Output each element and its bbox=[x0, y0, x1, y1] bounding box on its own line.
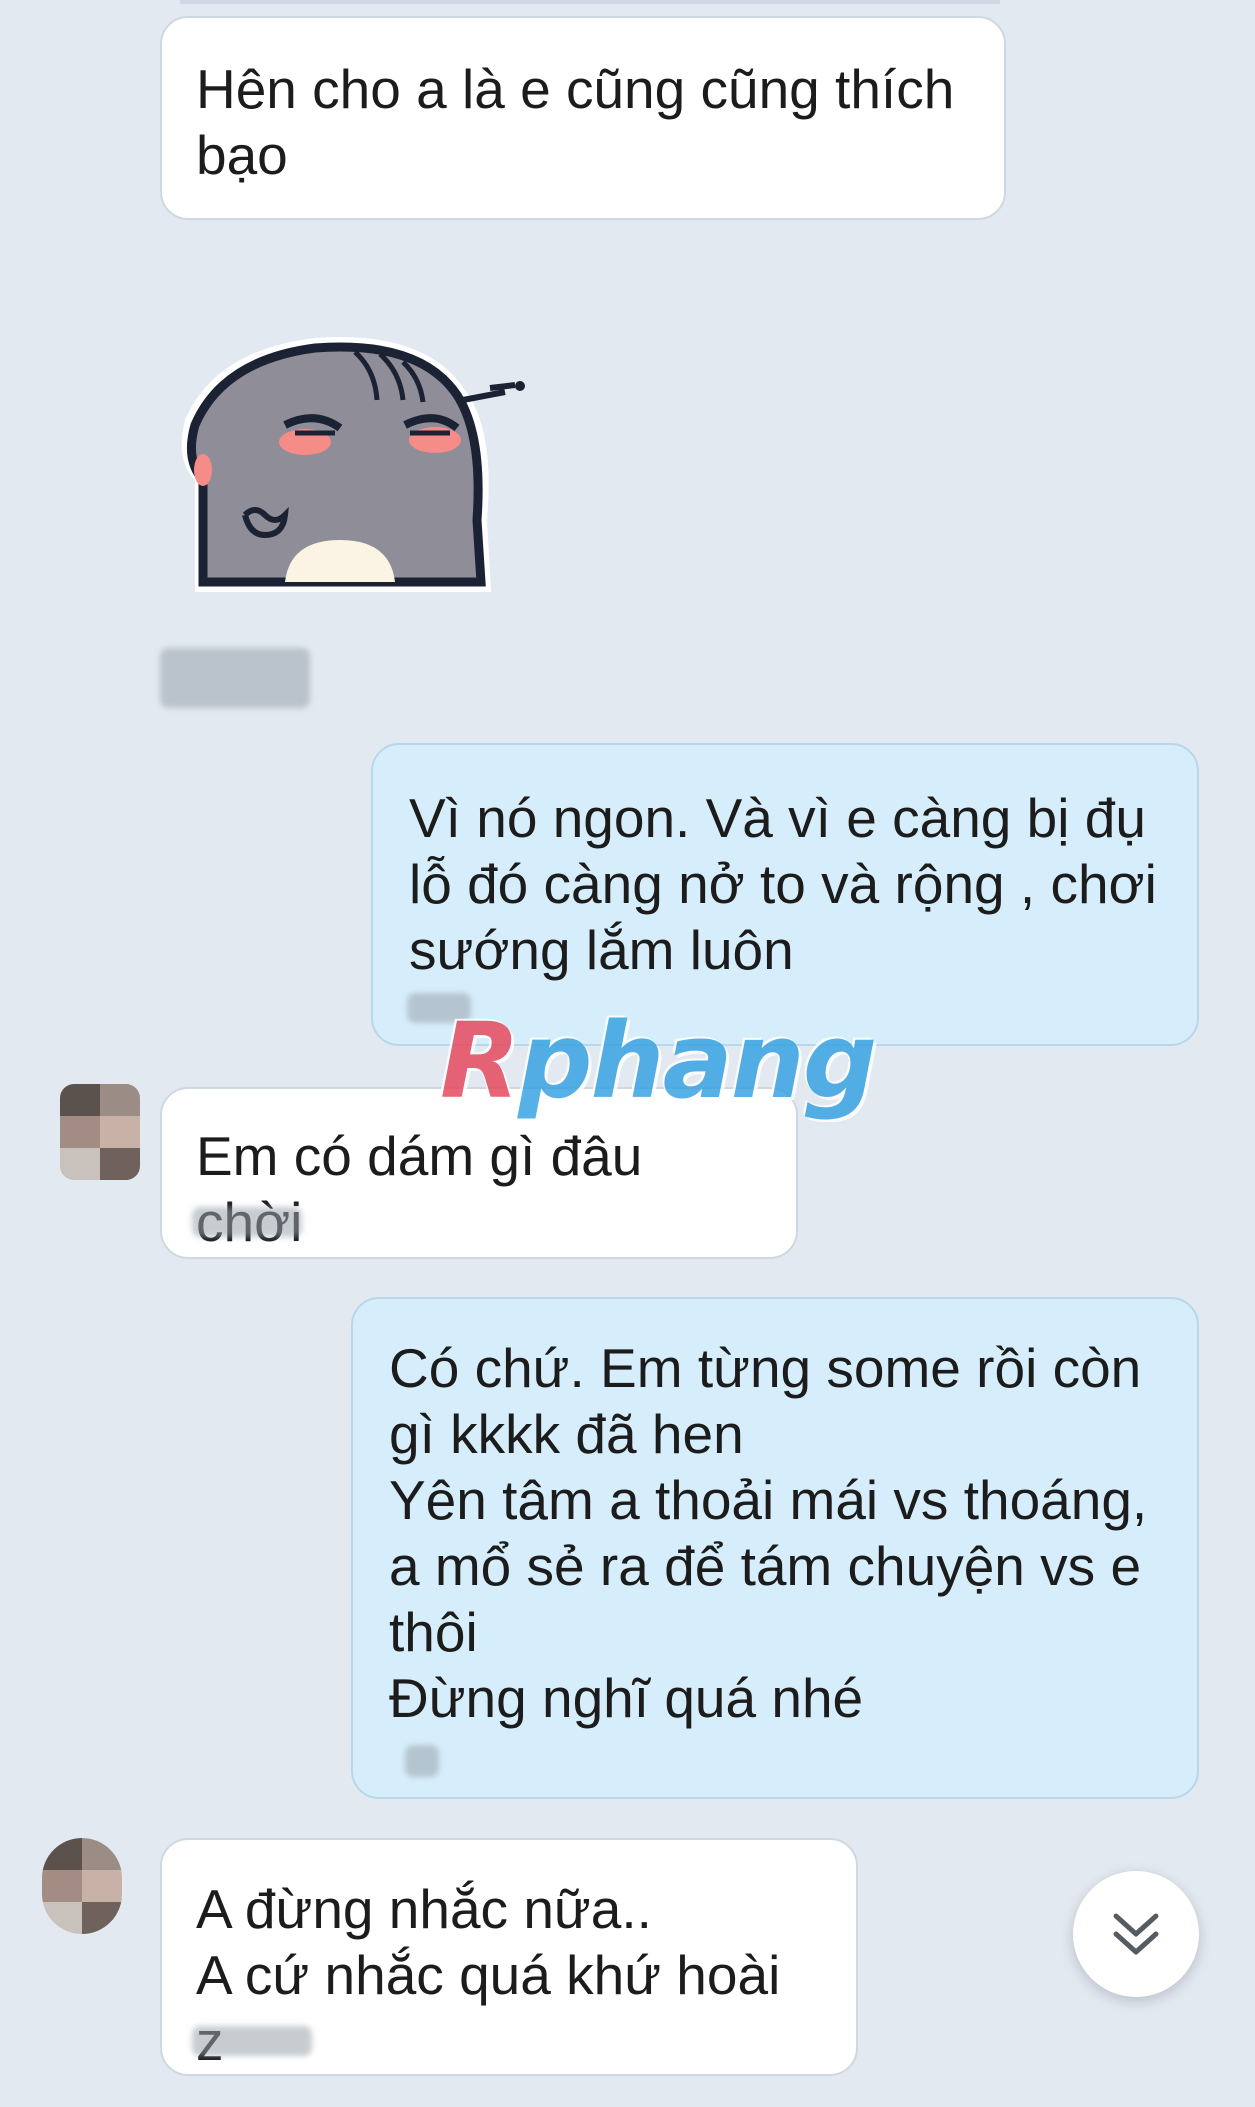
blurred-timestamp bbox=[192, 1207, 302, 1237]
watermark: Rphang bbox=[440, 1000, 877, 1122]
grumpy-gray-creature-sticker-icon bbox=[181, 337, 525, 592]
blurred-timestamp bbox=[405, 1745, 439, 1777]
avatar[interactable] bbox=[42, 1838, 122, 1934]
message-bubble-incoming[interactable]: Hên cho a là e cũng cũng thích bạo bbox=[160, 16, 1006, 220]
blurred-timestamp bbox=[192, 2026, 312, 2056]
double-chevron-down-icon bbox=[1113, 1913, 1159, 1955]
scroll-to-bottom-button[interactable] bbox=[1073, 1871, 1199, 1997]
avatar[interactable] bbox=[60, 1084, 140, 1180]
previous-message-edge bbox=[180, 0, 1000, 4]
message-bubble-incoming[interactable]: A đừng nhắc nữa.. A cứ nhắc quá khứ hoài… bbox=[160, 1838, 858, 2076]
sticker[interactable] bbox=[165, 330, 535, 595]
blurred-timestamp bbox=[160, 648, 310, 708]
message-bubble-outgoing[interactable]: Có chứ. Em từng some rồi còn gì kkkk đã … bbox=[351, 1297, 1199, 1799]
message-text: Có chứ. Em từng some rồi còn gì kkkk đã … bbox=[389, 1337, 1148, 1729]
message-text: Vì nó ngon. Và vì e càng bị đụ lỗ đó càn… bbox=[409, 787, 1157, 981]
message-text: Hên cho a là e cũng cũng thích bạo bbox=[196, 58, 955, 186]
